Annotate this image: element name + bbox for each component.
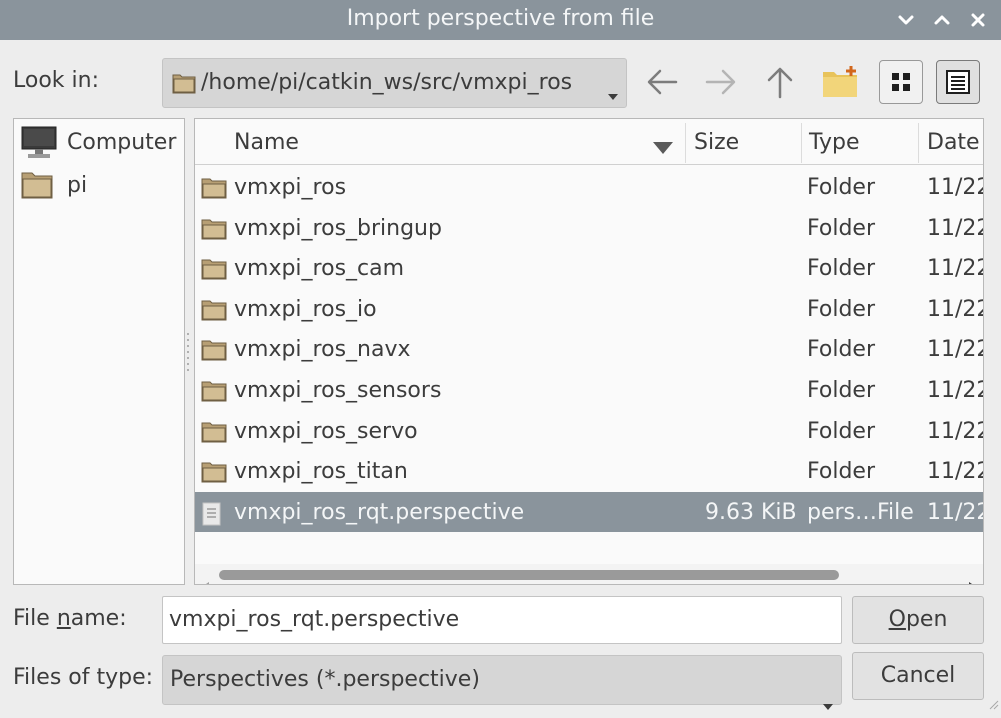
minimize-button[interactable] [893, 7, 919, 33]
scroll-left-icon[interactable] [203, 571, 209, 584]
sidebar-item-computer[interactable]: Computer [14, 121, 184, 161]
sidebar-item-label: Computer [67, 130, 177, 155]
column-header-date[interactable]: Date [927, 119, 980, 165]
file-type: Folder [807, 418, 875, 444]
forward-button[interactable] [699, 60, 743, 104]
folder-icon [201, 461, 227, 489]
arrow-left-icon [647, 69, 678, 95]
file-type: Folder [807, 378, 875, 403]
file-type: Folder [807, 337, 875, 363]
file-type: Folder [807, 175, 875, 200]
folder-icon [21, 169, 53, 205]
file-name: vmxpi_ros_sensors [234, 378, 442, 403]
file-date: 11/22 [927, 499, 983, 525]
file-type: Folder [807, 459, 875, 485]
file-row[interactable]: vmxpi_ros_bringup Folder 11/22 [195, 208, 983, 248]
file-type: Folder [807, 296, 875, 322]
chevron-down-icon [898, 15, 914, 25]
sidebar-item-pi[interactable]: pi [14, 164, 184, 204]
sort-descending-icon [653, 135, 673, 160]
new-folder-button[interactable] [818, 60, 862, 104]
file-name: vmxpi_ros [234, 175, 347, 200]
parent-directory-button[interactable] [758, 60, 802, 104]
file-date: 11/22 [927, 459, 983, 485]
folder-icon [201, 380, 227, 408]
grid-icon [892, 73, 910, 91]
folder-icon [201, 218, 227, 246]
maximize-button[interactable] [929, 7, 955, 33]
resize-grip-icon[interactable] [987, 691, 999, 716]
file-list-header: Name Size Type Date [195, 119, 983, 165]
file-name: vmxpi_ros_navx [234, 337, 411, 363]
dropdown-arrow-icon [608, 81, 618, 106]
window-title: Import perspective from file [346, 6, 655, 31]
close-button[interactable] [965, 7, 991, 33]
file-name: vmxpi_ros_rqt.perspective [234, 499, 525, 525]
arrow-right-icon [705, 69, 736, 95]
file-date: 11/22 [927, 418, 983, 444]
folder-icon [172, 72, 196, 100]
file-type: Folder [807, 215, 875, 241]
dropdown-arrow-icon [823, 680, 833, 718]
file-name: vmxpi_ros_io [234, 296, 377, 322]
computer-icon [21, 126, 57, 166]
file-row[interactable]: vmxpi_ros Folder 11/22 [195, 167, 983, 207]
places-sidebar: Computer pi [13, 118, 185, 585]
chevron-up-icon [934, 15, 950, 25]
file-icon [201, 502, 223, 532]
list-view-button[interactable] [879, 60, 923, 104]
folder-icon [201, 258, 227, 286]
file-row[interactable]: vmxpi_ros_servo Folder 11/22 [195, 411, 983, 451]
file-name-label: File name: [13, 606, 127, 631]
column-header-type[interactable]: Type [809, 119, 860, 165]
file-list: Name Size Type Date vmxpi_ros Folder 11/22… [194, 118, 984, 585]
new-folder-icon [823, 66, 857, 97]
look-in-label: Look in: [13, 68, 99, 93]
file-type-value: Perspectives (*.perspective) [170, 667, 480, 692]
file-row[interactable]: vmxpi_ros_rqt.perspective 9.63 KiB pers…Fi… [195, 491, 983, 532]
file-date: 11/22 [927, 337, 983, 363]
look-in-path: /home/pi/catkin_ws/src/vmxpi_ros [201, 70, 573, 95]
file-type: pers…File [807, 499, 914, 525]
file-date: 11/22 [927, 256, 983, 282]
close-icon [971, 13, 985, 27]
cancel-button[interactable]: Cancel [852, 652, 984, 700]
title-bar: Import perspective from file [0, 0, 1001, 40]
file-date: 11/22 [927, 175, 983, 200]
folder-icon [201, 421, 227, 449]
file-row[interactable]: vmxpi_ros_sensors Folder 11/22 [195, 370, 983, 410]
detail-view-button[interactable] [936, 60, 980, 104]
back-button[interactable] [640, 60, 684, 104]
file-date: 11/22 [927, 378, 983, 403]
arrow-up-icon [767, 67, 793, 99]
scrollbar-thumb[interactable] [219, 570, 839, 580]
sidebar-item-label: pi [67, 173, 88, 198]
file-row[interactable]: vmxpi_ros_cam Folder 11/22 [195, 248, 983, 288]
file-name: vmxpi_ros_cam [234, 256, 405, 282]
splitter-handle[interactable] [186, 333, 190, 373]
file-date: 11/22 [927, 296, 983, 322]
file-type-combo[interactable]: Perspectives (*.perspective) [162, 655, 842, 710]
scroll-right-icon[interactable] [969, 571, 975, 584]
file-name-input[interactable]: vmxpi_ros_rqt.perspective [162, 596, 842, 644]
open-button[interactable]: Open [852, 596, 984, 644]
detail-list-icon [946, 70, 970, 94]
folder-icon [201, 177, 227, 205]
file-date: 11/22 [927, 215, 983, 241]
file-type: Folder [807, 256, 875, 282]
file-name: vmxpi_ros_bringup [234, 215, 442, 241]
folder-icon [201, 339, 227, 367]
folder-icon [201, 299, 227, 327]
file-name: vmxpi_ros_titan [234, 459, 408, 485]
file-name: vmxpi_ros_servo [234, 418, 418, 444]
file-row[interactable]: vmxpi_ros_titan Folder 11/22 [195, 451, 983, 491]
file-row[interactable]: vmxpi_ros_navx Folder 11/22 [195, 329, 983, 369]
file-type-label: Files of type: [13, 665, 154, 690]
column-header-name[interactable]: Name [234, 119, 299, 165]
file-row[interactable]: vmxpi_ros_io Folder 11/22 [195, 289, 983, 329]
column-header-size[interactable]: Size [694, 119, 739, 165]
horizontal-scrollbar[interactable] [195, 564, 983, 584]
look-in-combo[interactable]: /home/pi/catkin_ws/src/vmxpi_ros [162, 58, 627, 108]
file-size: 9.63 KiB [705, 499, 797, 525]
